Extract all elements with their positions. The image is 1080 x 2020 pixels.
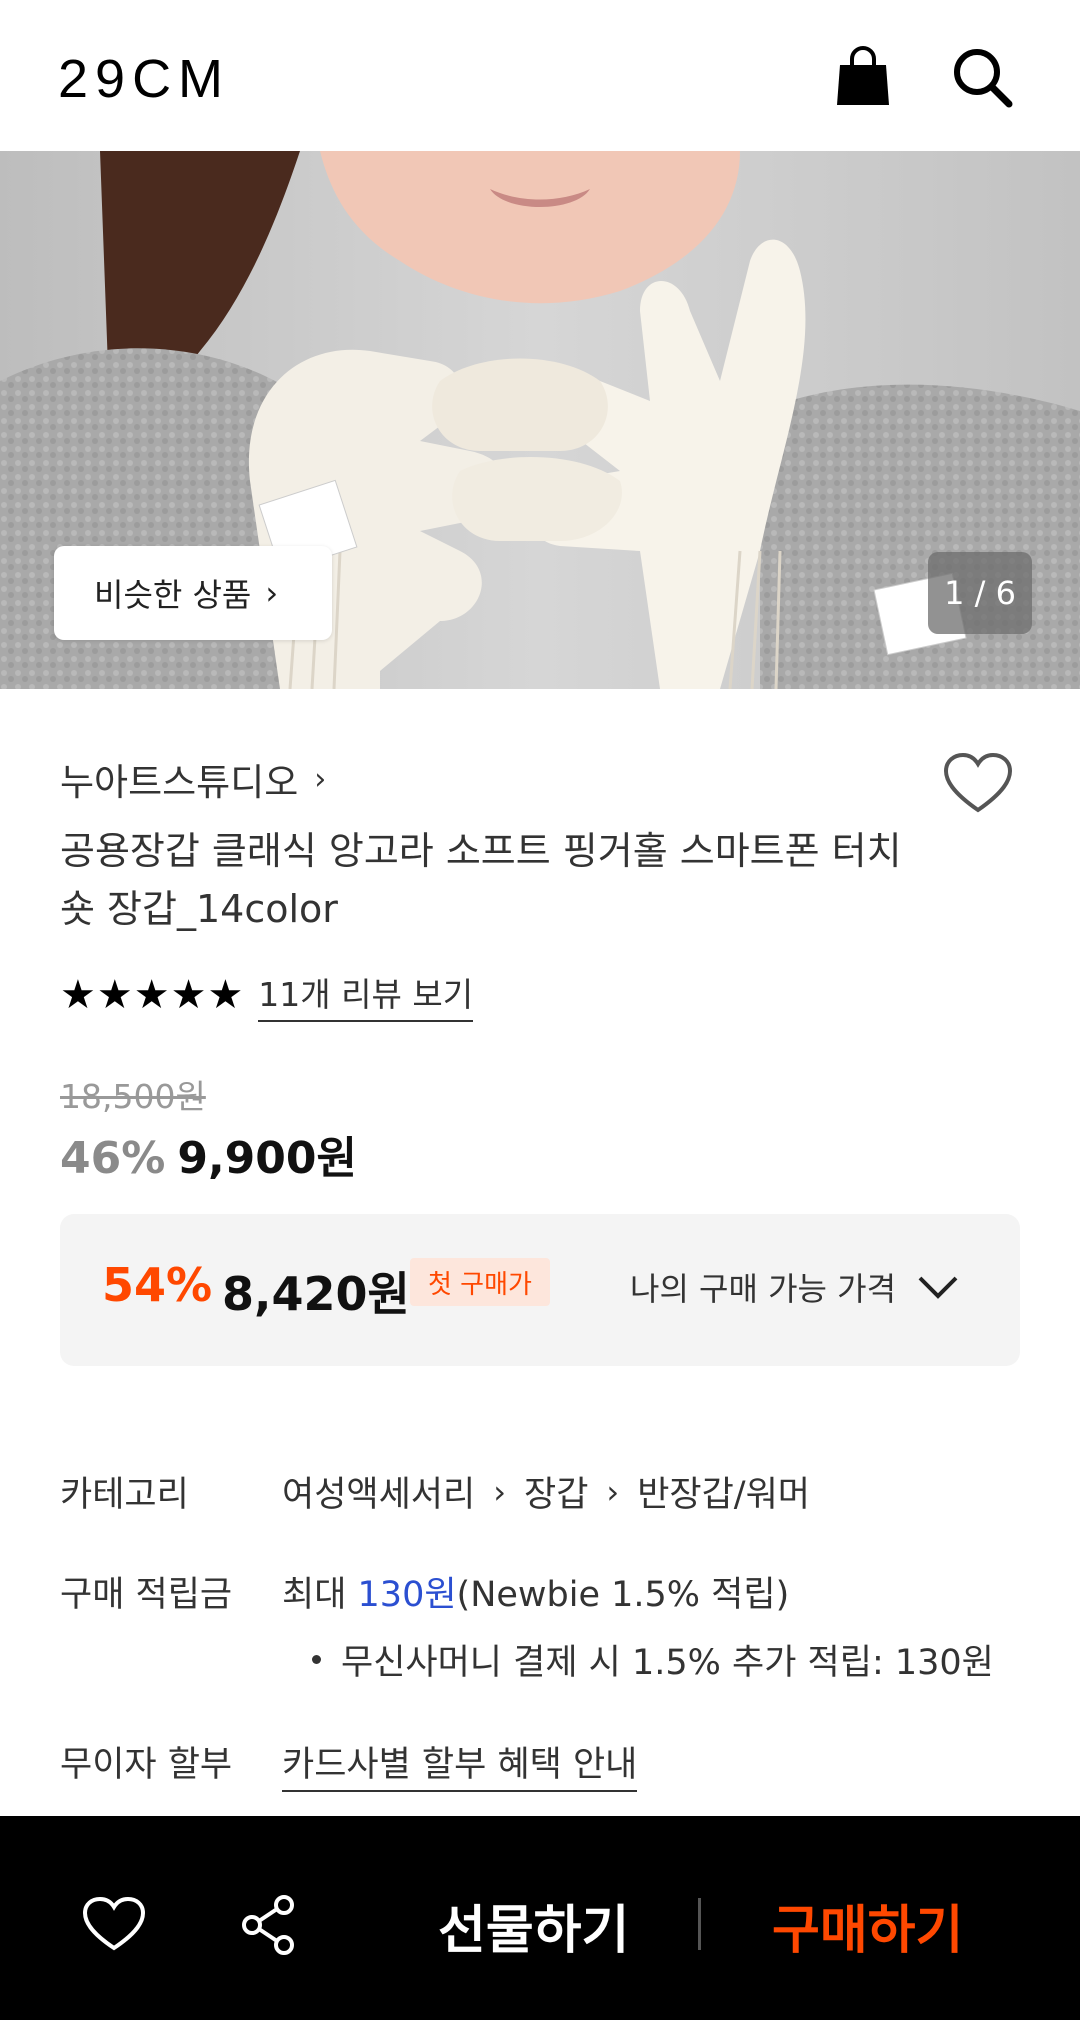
product-title: 공용장갑 클래식 앙고라 소프트 핑거홀 스마트폰 터치 숏 장갑_14colo… xyxy=(60,829,902,931)
category-label: 카테고리 xyxy=(60,1475,189,1515)
category-item[interactable]: 반장갑/워머 xyxy=(637,1466,810,1517)
product-image[interactable]: 비슷한 상품 › 1 / 6 xyxy=(0,151,1080,689)
category-item[interactable]: 여성액세서리 xyxy=(282,1466,475,1517)
similar-products-label: 비슷한 상품 xyxy=(94,576,252,614)
category-breadcrumb: 여성액세서리 › 장갑 › 반장갑/워머 xyxy=(282,1466,810,1517)
points-value: 최대 130원 (Newbie 1.5% 적립) xyxy=(282,1566,789,1617)
buy-button[interactable]: 구매하기 xyxy=(772,1888,963,1963)
bottom-action-bar: 선물하기 구매하기 xyxy=(0,1816,1080,2020)
heart-icon[interactable] xyxy=(82,1896,146,1952)
logo[interactable]: 29CM xyxy=(58,48,230,110)
brand-link[interactable]: 누아트스튜디오 › xyxy=(60,752,326,806)
chevron-right-icon: › xyxy=(606,1472,620,1511)
bullet-icon xyxy=(312,1655,321,1664)
rating-row: ★★★★★ 11개 리뷰 보기 xyxy=(60,968,474,1022)
divider xyxy=(698,1898,701,1950)
my-price-toggle[interactable]: 나의 구매 가능 가격 xyxy=(630,1264,960,1310)
image-page-indicator: 1 / 6 xyxy=(928,552,1032,634)
chevron-right-icon: › xyxy=(493,1472,506,1511)
category-item[interactable]: 장갑 xyxy=(524,1466,588,1517)
points-prefix: 최대 xyxy=(282,1575,358,1615)
original-price: 18,500원 xyxy=(60,1077,206,1116)
share-icon[interactable] xyxy=(240,1894,298,1956)
best-price: 8,420원 xyxy=(222,1267,410,1321)
search-icon[interactable] xyxy=(950,45,1014,109)
review-link[interactable]: 11개 리뷰 보기 xyxy=(258,968,474,1022)
points-extra-text: 무신사머니 결제 시 1.5% 추가 적립: 130원 xyxy=(341,1643,994,1683)
chevron-down-icon xyxy=(918,1276,958,1299)
shopping-bag-icon[interactable] xyxy=(834,45,892,107)
my-price-label: 나의 구매 가능 가격 xyxy=(630,1270,897,1308)
best-price-box[interactable]: 54% 8,420원 첫 구매가 나의 구매 가능 가격 xyxy=(60,1214,1020,1366)
price-row: 46% 9,900원 xyxy=(60,1122,357,1186)
points-amount: 130원 xyxy=(357,1575,457,1615)
chevron-right-icon: › xyxy=(265,574,279,612)
first-purchase-badge: 첫 구매가 xyxy=(410,1258,550,1306)
points-extra: 무신사머니 결제 시 1.5% 추가 적립: 130원 xyxy=(312,1634,994,1685)
best-discount-rate: 54% xyxy=(102,1258,213,1312)
similar-products-button[interactable]: 비슷한 상품 › xyxy=(54,546,332,640)
chevron-right-icon: › xyxy=(314,761,327,797)
app-header: 29CM xyxy=(0,0,1080,151)
heart-icon[interactable] xyxy=(942,752,1014,816)
points-suffix: (Newbie 1.5% 적립) xyxy=(456,1575,790,1615)
gift-button[interactable]: 선물하기 xyxy=(438,1888,629,1963)
discount-rate: 46% xyxy=(60,1133,166,1184)
points-label: 구매 적립금 xyxy=(60,1575,233,1615)
sale-price: 9,900원 xyxy=(177,1133,357,1184)
installment-link[interactable]: 카드사별 할부 혜택 안내 xyxy=(282,1736,638,1792)
installment-value: 카드사별 할부 혜택 안내 xyxy=(282,1736,638,1792)
installment-label: 무이자 할부 xyxy=(60,1745,233,1785)
brand-name: 누아트스튜디오 xyxy=(60,761,299,804)
star-rating: ★★★★★ xyxy=(60,972,245,1018)
